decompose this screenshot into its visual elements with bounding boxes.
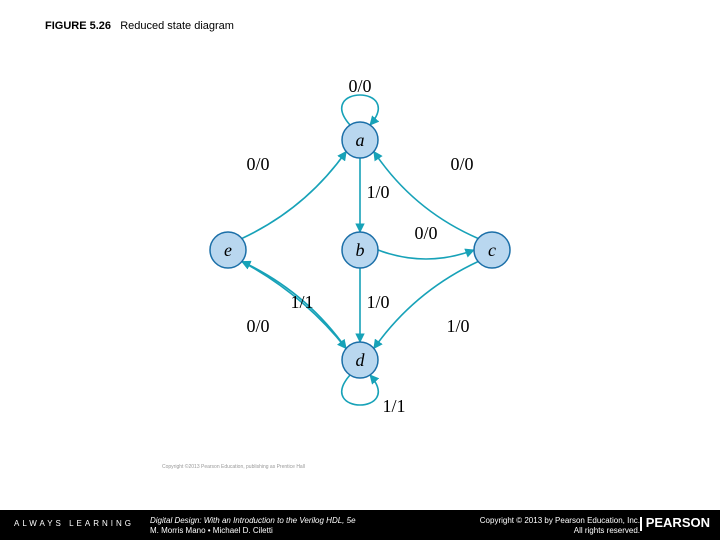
- state-label-c: c: [488, 240, 496, 260]
- pearson-logo: PEARSON: [640, 515, 710, 531]
- state-diagram-svg: 0/0 1/0 0/0 1/0 0/0 1/0 0/0 1/1 0/0 1/1 a b c d e: [162, 50, 558, 450]
- state-label-d: d: [356, 350, 366, 370]
- transition-b-c: [378, 250, 474, 259]
- transition-label: 1/1: [290, 292, 313, 312]
- figure-caption: FIGURE 5.26 Reduced state diagram: [45, 20, 234, 32]
- footer-bar: ALWAYS LEARNING Digital Design: With an …: [0, 510, 720, 540]
- transition-a-a: [342, 95, 378, 125]
- copyright-line: Copyright © 2013 by Pearson Education, I…: [480, 516, 640, 525]
- transition-label: 1/0: [366, 182, 389, 202]
- pearson-logo-bar: [640, 517, 642, 531]
- transition-label: 1/1: [382, 396, 405, 416]
- figure-number: FIGURE 5.26: [45, 20, 111, 32]
- rights-line: All rights reserved.: [574, 526, 640, 535]
- state-diagram: 0/0 1/0 0/0 1/0 0/0 1/0 0/0 1/1 0/0 1/1 a b c d e Copy…: [162, 50, 558, 470]
- transition-label: 0/0: [246, 154, 269, 174]
- book-title: Digital Design: With an Introduction to …: [150, 516, 356, 525]
- transition-label: 0/0: [450, 154, 473, 174]
- state-label-e: e: [224, 240, 232, 260]
- transition-d-d: [342, 375, 378, 405]
- transition-label: 0/0: [246, 316, 269, 336]
- state-label-b: b: [356, 240, 365, 260]
- book-authors: M. Morris Mano • Michael D. Ciletti: [150, 526, 273, 535]
- diagram-micro-copyright: Copyright ©2013 Pearson Education, publi…: [162, 464, 305, 470]
- figure-title: Reduced state diagram: [120, 20, 234, 32]
- transition-label: 0/0: [414, 223, 437, 243]
- transition-label: 0/0: [348, 76, 371, 96]
- pearson-logo-text: PEARSON: [646, 515, 710, 530]
- slide: { "caption": { "figure_number": "FIGURE …: [0, 0, 720, 540]
- transition-label: 1/0: [366, 292, 389, 312]
- always-learning-tag: ALWAYS LEARNING: [14, 519, 134, 528]
- transition-label: 1/0: [446, 316, 469, 336]
- state-label-a: a: [356, 130, 365, 150]
